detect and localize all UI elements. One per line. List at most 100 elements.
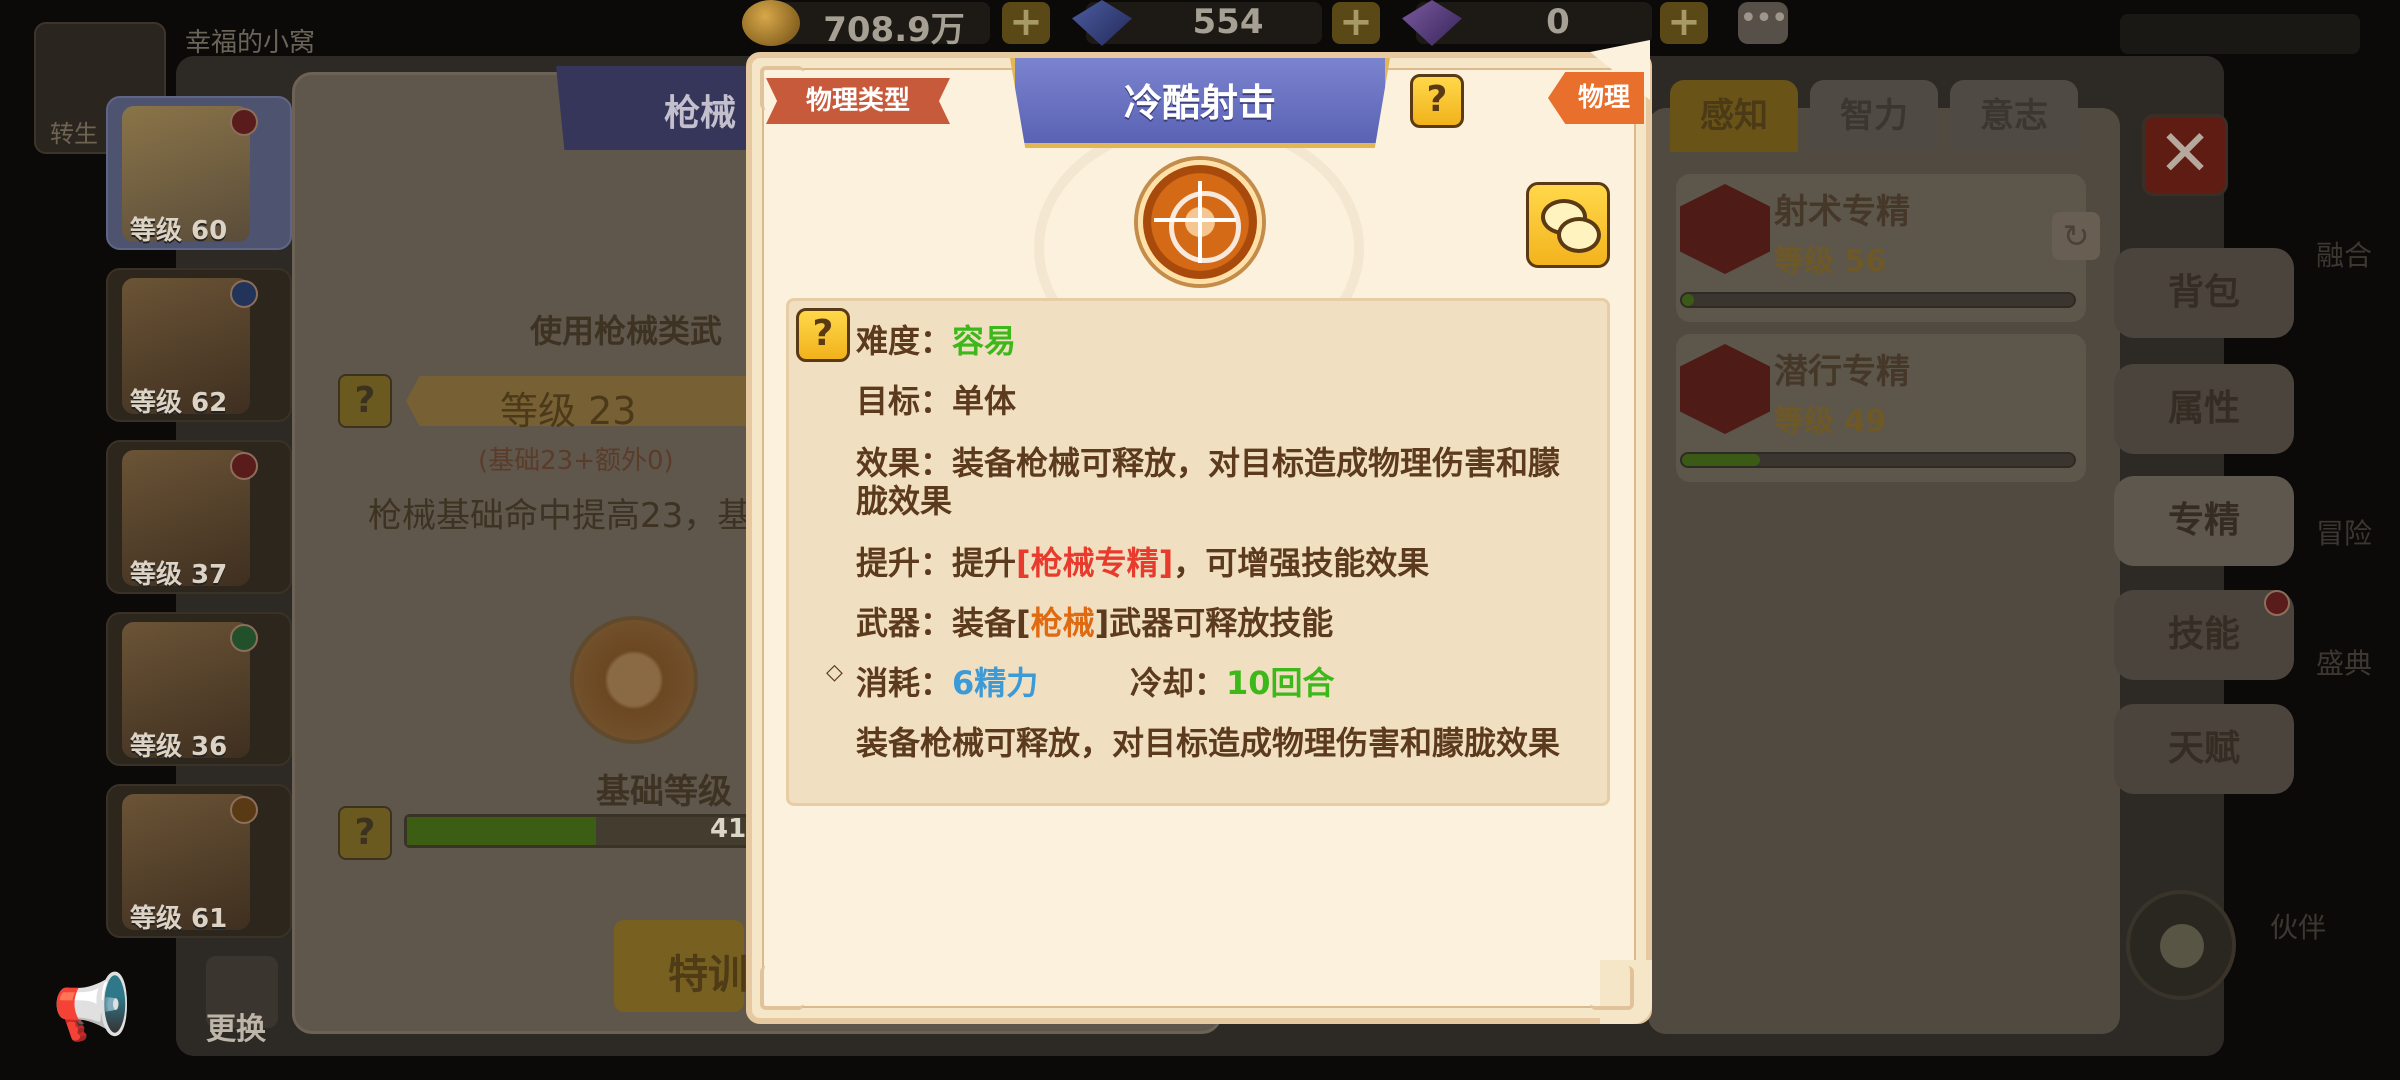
gold-coin-icon <box>742 0 800 46</box>
player-name: 幸福的小窝 <box>185 28 316 58</box>
cost-row: 消耗：6精力 <box>856 658 1038 704</box>
weapon-row: 武器：装备[枪械]武器可释放技能 <box>856 598 1333 644</box>
hero-card[interactable]: 等级 62 <box>106 268 292 422</box>
weapon-label: 武器： <box>856 604 953 642</box>
megaphone-icon[interactable]: 📢 <box>52 970 132 1050</box>
hero-card[interactable]: 等级 36 <box>106 612 292 766</box>
side-label: 伙伴 <box>2270 911 2327 944</box>
top-currency-bar: 幸福的小窝 708.9万 + 554 + 0 + ••• <box>0 0 2400 58</box>
spec-progress-fill <box>1682 454 1761 466</box>
weapon-usage-text: 使用枪械类武 <box>530 312 723 350</box>
help-button[interactable]: ? <box>796 308 850 362</box>
summary-row: 装备枪械可释放，对目标造成物理伤害和朦胧效果 <box>856 718 1560 764</box>
gold-amount: 708.9万 <box>823 10 965 50</box>
add-gem-button[interactable]: + <box>1332 2 1380 44</box>
spec-progress-fill <box>1682 294 1694 306</box>
notification-dot <box>2264 590 2290 616</box>
train-button-label: 特训 <box>668 952 748 998</box>
side-tab-attributes[interactable]: 属性 <box>2114 364 2294 454</box>
hero-level: 等级 37 <box>130 560 228 590</box>
target-value: 单体 <box>952 382 1017 420</box>
spec-name: 射术专精 <box>1774 192 1910 232</box>
corner-ornament <box>1590 966 1634 1010</box>
cooldown-row: 冷却：10回合 <box>1130 658 1335 704</box>
progress-text: 41 <box>710 814 747 844</box>
tab-perception[interactable]: 感知 <box>1670 80 1798 152</box>
add-special-currency-button[interactable]: + <box>1660 2 1708 44</box>
help-button[interactable]: ? <box>1410 74 1464 128</box>
hero-card[interactable]: 等级 37 <box>106 440 292 594</box>
hero-level: 等级 36 <box>130 732 228 762</box>
crosshair-icon <box>1138 160 1262 284</box>
effect-value: 装备枪械可释放，对目标造成物理伤害和朦 <box>952 444 1561 482</box>
hero-level: 等级 62 <box>130 388 228 418</box>
weapon-badge-icon <box>230 796 258 824</box>
effect-value-continued: 胧效果 <box>856 482 953 520</box>
skill-level: 等级 23 <box>500 389 637 433</box>
tab-intelligence[interactable]: 智力 <box>1810 80 1938 152</box>
close-button[interactable]: ✕ <box>2142 114 2228 196</box>
effect-row: 效果：装备枪械可释放，对目标造成物理伤害和朦 <box>856 438 1560 484</box>
corner-ornament <box>760 966 804 1010</box>
leaf-badge-icon <box>230 624 258 652</box>
top-right-field <box>2120 14 2360 54</box>
marksmanship-icon <box>1680 184 1770 274</box>
side-label: 冒险 <box>2316 517 2373 550</box>
special-currency-amount: 0 <box>1546 2 1570 42</box>
cost-label: 消耗： <box>856 664 953 702</box>
spec-level: 等级 49 <box>1774 404 1887 439</box>
side-tab-backpack[interactable]: 背包 <box>2114 248 2294 338</box>
target-label: 目标： <box>856 382 953 420</box>
crosshair-line <box>1154 218 1236 222</box>
weapon-post: ]武器可释放技能 <box>1094 604 1334 642</box>
notification-dot <box>230 452 258 480</box>
spec-level: 等级 56 <box>1774 244 1887 279</box>
upgrade-post: ，可增强技能效果 <box>1173 544 1430 582</box>
weapon-pre: 装备[ <box>952 604 1031 642</box>
progress-bar <box>404 814 754 848</box>
progress-fill <box>407 817 597 845</box>
hero-level: 等级 60 <box>130 216 228 246</box>
player-avatar-label: 转生 <box>50 120 98 148</box>
moon-badge-icon <box>230 280 258 308</box>
joystick-button[interactable] <box>2126 890 2236 1000</box>
skill-description: 枪械基础命中提高23，基 <box>368 496 752 536</box>
base-level-label: 基础等级 <box>596 772 732 812</box>
upgrade-label: 提升： <box>856 544 953 582</box>
help-button[interactable]: ? <box>338 374 392 428</box>
diamond-icon: ◇ <box>826 660 843 685</box>
notification-dot <box>230 108 258 136</box>
more-menu-button[interactable]: ••• <box>1738 2 1789 44</box>
side-tab-specialization[interactable]: 专精 <box>2114 476 2294 566</box>
spec-progress <box>1680 452 2076 468</box>
hero-card[interactable]: 等级 61 <box>106 784 292 938</box>
target-row: 目标：单体 <box>856 376 1016 422</box>
chat-button[interactable] <box>1526 182 1610 268</box>
category-banner-text: 枪械 <box>664 93 737 134</box>
upgrade-row: 提升：提升[枪械专精]，可增强技能效果 <box>856 538 1429 584</box>
help-button[interactable]: ? <box>338 806 392 860</box>
gun-specialization-link[interactable]: [枪械专精] <box>1016 544 1173 582</box>
difficulty-label: 难度： <box>856 322 953 360</box>
difficulty-row: 难度：容易 <box>856 316 1016 362</box>
skill-level-breakdown: (基础23+额外0) <box>478 446 674 476</box>
spec-name: 潜行专精 <box>1774 352 1910 392</box>
add-gold-button[interactable]: + <box>1002 2 1050 44</box>
skill-title: 冷酷射击 <box>1123 81 1276 125</box>
gem-amount: 554 <box>1192 2 1264 42</box>
hero-level: 等级 61 <box>130 904 228 934</box>
type-ribbon: 物理类型 <box>766 78 950 124</box>
upgrade-pre: 提升 <box>952 544 1017 582</box>
tab-willpower[interactable]: 意志 <box>1950 80 2078 152</box>
side-label: 盛典 <box>2316 647 2373 680</box>
spec-item[interactable]: 射术专精 等级 56 ↻ <box>1676 174 2100 322</box>
cooldown-value: 10回合 <box>1226 664 1335 702</box>
spec-item[interactable]: 潜行专精 等级 49 <box>1676 334 2086 482</box>
effect-row-continued: 胧效果 <box>856 476 952 522</box>
cooldown-label: 冷却： <box>1130 664 1227 702</box>
side-tab-talents[interactable]: 天赋 <box>2114 704 2294 794</box>
gun-weapon-link[interactable]: 枪械 <box>1031 604 1095 642</box>
hero-card[interactable]: 等级 60 <box>106 96 292 250</box>
side-label: 融合 <box>2316 239 2373 272</box>
swap-icon[interactable]: ↻ <box>2052 212 2100 260</box>
